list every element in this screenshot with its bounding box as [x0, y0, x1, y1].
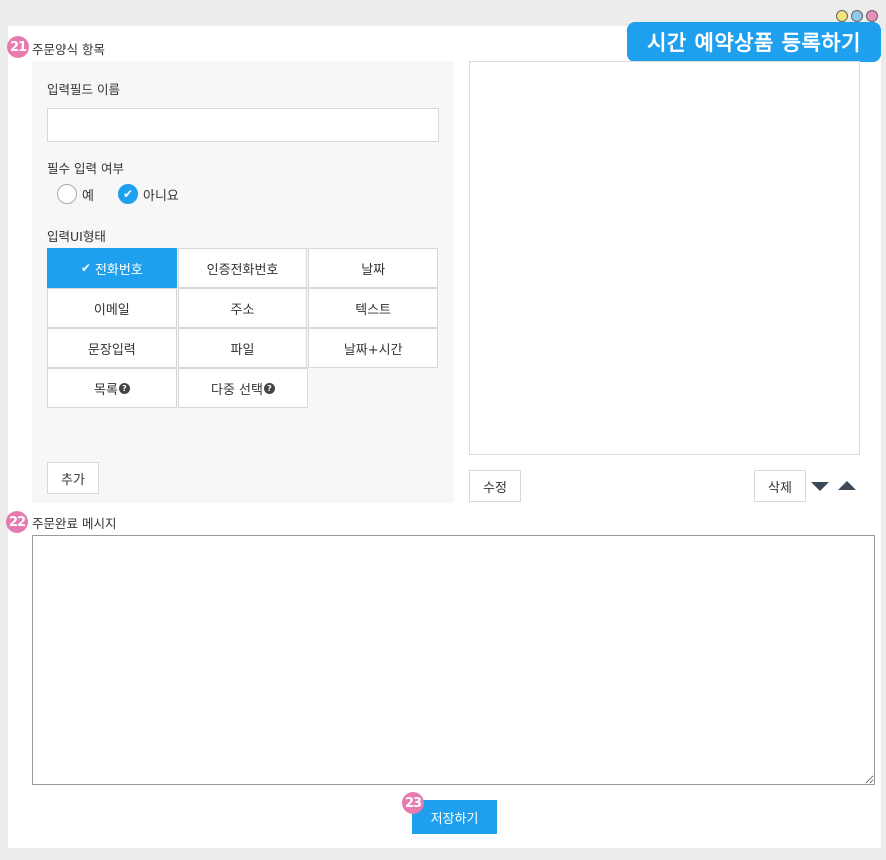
ui-type-grid: ✔ 전화번호 인증전화번호 날짜 이메일 주소 텍스트 문장입력 파일 날짜+시…: [47, 248, 439, 408]
order-form-section-label: 주문양식 항목: [32, 42, 105, 57]
question-circle-icon[interactable]: ?: [263, 382, 275, 394]
ui-type-label-text: 목록: [94, 382, 118, 398]
page-title: 시간 예약상품 등록하기: [627, 22, 881, 62]
edit-field-button[interactable]: 수정: [469, 470, 521, 502]
ui-type-label-text: 파일: [230, 342, 255, 358]
ui-type-label-text: 텍스트: [355, 302, 392, 318]
ui-type-label-text: 날짜+시간: [343, 342, 403, 358]
question-circle-icon[interactable]: ?: [118, 382, 130, 394]
step-badge-23: 23: [402, 792, 424, 814]
ui-type-label-text: 인증전화번호: [206, 262, 279, 278]
order-complete-message-input[interactable]: [32, 535, 875, 785]
ui-type-sentence[interactable]: 문장입력: [47, 328, 177, 368]
required-yes-label: 예: [82, 188, 94, 204]
ui-type-label-text: 주소: [230, 302, 255, 318]
step-badge-21: 21: [7, 36, 29, 58]
required-no-radio[interactable]: ✔ 아니요: [118, 184, 179, 204]
ui-type-phone[interactable]: ✔ 전화번호: [47, 248, 177, 288]
ui-type-label-text: 전화번호: [94, 262, 143, 278]
ui-type-date[interactable]: 날짜: [308, 248, 439, 288]
move-up-icon[interactable]: [838, 481, 856, 490]
ui-type-address[interactable]: 주소: [177, 288, 308, 328]
ui-type-label-text: 다중 선택: [211, 382, 263, 398]
add-field-button[interactable]: 추가: [47, 462, 99, 494]
window-dot-yellow-icon[interactable]: [836, 10, 848, 22]
ui-type-label-text: 이메일: [93, 302, 130, 318]
window-dot-pink-icon[interactable]: [866, 10, 878, 22]
ui-type-multi-select[interactable]: 다중 선택?: [178, 368, 308, 408]
save-button[interactable]: 저장하기: [412, 800, 497, 834]
ui-type-datetime[interactable]: 날짜+시간: [308, 328, 439, 368]
ui-type-email[interactable]: 이메일: [47, 288, 177, 328]
window-controls: [836, 10, 878, 22]
ui-type-label: 입력UI형태: [47, 229, 106, 244]
field-name-input[interactable]: [47, 108, 439, 142]
ui-type-label-text: 날짜: [361, 262, 386, 278]
delete-field-button[interactable]: 삭제: [754, 470, 806, 502]
radio-checked-icon: ✔: [118, 184, 138, 204]
step-badge-22: 22: [6, 511, 28, 533]
field-preview-list[interactable]: [469, 61, 860, 455]
order-complete-section-label: 주문완료 메시지: [32, 516, 117, 531]
field-name-label: 입력필드 이름: [47, 82, 120, 97]
ui-type-text[interactable]: 텍스트: [308, 288, 439, 328]
required-yes-radio[interactable]: 예: [57, 184, 94, 204]
required-label: 필수 입력 여부: [47, 161, 124, 176]
ui-type-label-text: 문장입력: [87, 342, 136, 358]
window-dot-blue-icon[interactable]: [851, 10, 863, 22]
ui-type-verified-phone[interactable]: 인증전화번호: [177, 248, 308, 288]
move-down-icon[interactable]: [811, 482, 829, 491]
check-icon: ✔: [80, 261, 91, 275]
radio-unchecked-icon: [57, 184, 77, 204]
required-no-label: 아니요: [143, 188, 179, 204]
ui-type-list[interactable]: 목록?: [47, 368, 177, 408]
ui-type-file[interactable]: 파일: [177, 328, 308, 368]
